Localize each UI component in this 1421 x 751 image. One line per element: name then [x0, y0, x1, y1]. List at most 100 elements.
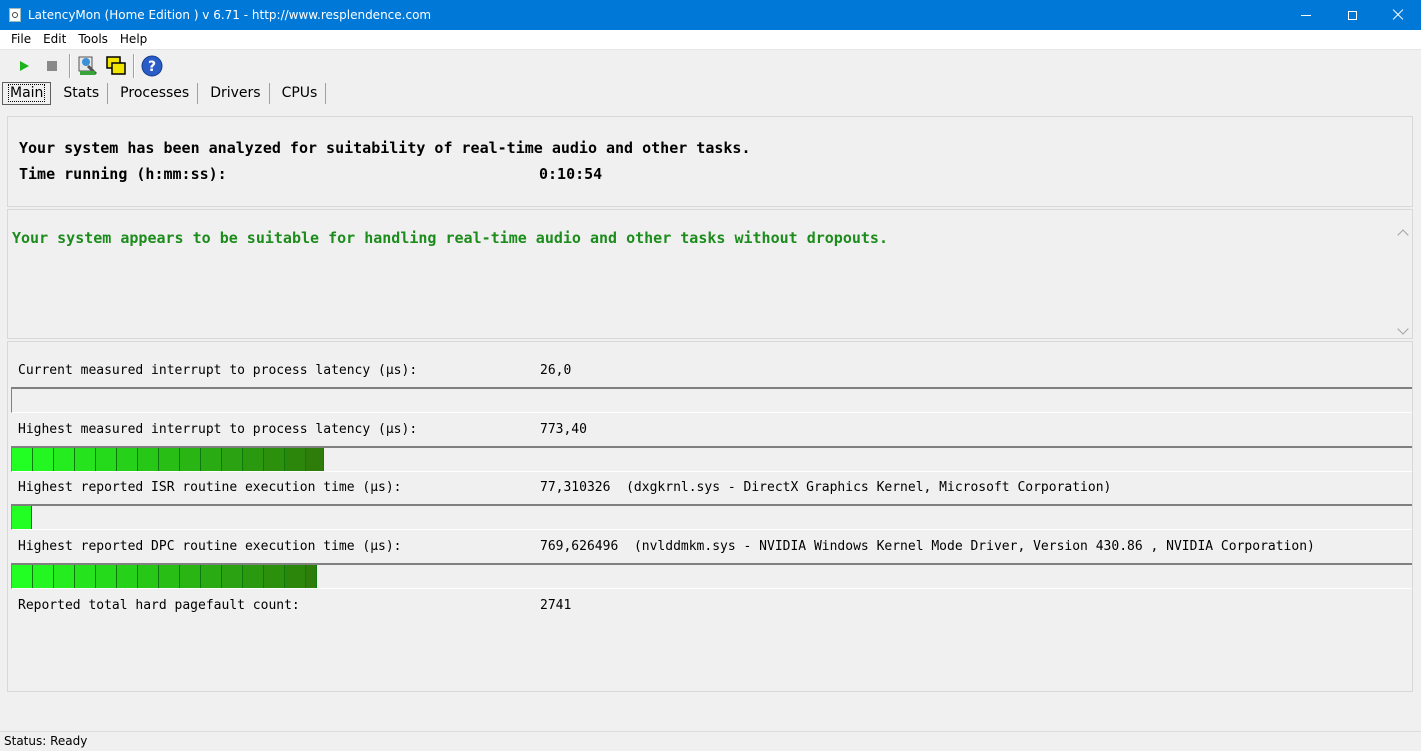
bar-segment [180, 448, 201, 471]
maximize-icon [1347, 10, 1357, 20]
report-button[interactable] [74, 52, 102, 80]
windows-icon [106, 56, 126, 75]
status-text: Status: Ready [4, 734, 88, 748]
stop-button[interactable] [38, 52, 66, 80]
dpc-time-value: 769,626496 (nvlddmkm.sys - NVIDIA Window… [540, 539, 1315, 554]
scroll-up-icon[interactable] [1397, 229, 1409, 241]
play-icon [20, 61, 29, 71]
bar-segment [138, 448, 159, 471]
highest-latency-value: 773,40 [540, 422, 587, 437]
current-latency-number: 26,0 [540, 363, 572, 378]
bar-segment [12, 565, 33, 588]
dpc-time-bar-fill [12, 565, 317, 588]
window-controls [1283, 0, 1421, 30]
menu-tools[interactable]: Tools [73, 30, 113, 49]
tab-main[interactable]: Main [2, 82, 52, 105]
bar-segment [33, 448, 54, 471]
dpc-driver-detail: (nvlddmkm.sys - NVIDIA Windows Kernel Mo… [633, 539, 1315, 554]
bar-segment [243, 448, 264, 471]
bar-segment [96, 448, 117, 471]
bar-segment [201, 448, 222, 471]
dpc-time-label: Highest reported DPC routine execution t… [18, 539, 402, 554]
bar-segment [222, 448, 243, 471]
dpc-time-bar [11, 563, 1412, 589]
toolbar: ? [0, 51, 1421, 81]
bar-segment [75, 448, 96, 471]
tab-stats[interactable]: Stats [55, 83, 109, 104]
toolbar-separator [69, 54, 71, 78]
bar-segment [33, 565, 54, 588]
minimize-button[interactable] [1283, 0, 1329, 30]
bar-segment [96, 565, 117, 588]
verdict-text: Your system appears to be suitable for h… [12, 229, 888, 247]
pagefault-value: 2741 [540, 598, 572, 613]
bar-segment [285, 448, 306, 471]
menu-edit[interactable]: Edit [38, 30, 71, 49]
bar-segment [243, 565, 264, 588]
status-bar: Status: Ready [0, 731, 1421, 751]
bar-segment [222, 565, 243, 588]
time-running-value: 0:10:54 [539, 165, 603, 183]
isr-time-number: 77,310326 [540, 480, 611, 495]
bar-segment [264, 565, 285, 588]
highest-latency-number: 773,40 [540, 422, 587, 437]
bar-segment [159, 448, 180, 471]
menu-bar: File Edit Tools Help [0, 30, 1421, 50]
bar-segment [54, 448, 75, 471]
bar-segment [12, 448, 33, 471]
isr-time-bar [11, 504, 1412, 530]
report-icon [78, 56, 98, 76]
title-bar: LatencyMon (Home Edition ) v 6.71 - http… [0, 0, 1421, 30]
maximize-button[interactable] [1329, 0, 1375, 30]
close-icon [1392, 9, 1404, 21]
highest-latency-bar [11, 446, 1412, 472]
isr-time-bar-fill [12, 506, 32, 529]
metrics-panel: Current measured interrupt to process la… [7, 341, 1413, 692]
current-latency-bar [11, 387, 1412, 413]
highest-latency-bar-fill [12, 448, 324, 471]
bar-segment [75, 565, 96, 588]
svg-text:?: ? [148, 59, 156, 75]
isr-time-value: 77,310326 (dxgkrnl.sys - DirectX Graphic… [540, 480, 1111, 495]
start-button[interactable] [10, 52, 38, 80]
bar-segment [54, 565, 75, 588]
pagefault-label: Reported total hard pagefault count: [18, 598, 300, 613]
isr-driver-detail: (dxgkrnl.sys - DirectX Graphics Kernel, … [626, 480, 1112, 495]
bar-segment [159, 565, 180, 588]
menu-help[interactable]: Help [115, 30, 152, 49]
bar-segment [117, 448, 138, 471]
bar-segment [117, 565, 138, 588]
close-button[interactable] [1375, 0, 1421, 30]
help-icon: ? [141, 55, 163, 77]
help-button[interactable]: ? [138, 52, 166, 80]
windows-button[interactable] [102, 52, 130, 80]
tab-main-label: Main [8, 84, 46, 102]
bar-segment [306, 448, 324, 471]
stop-icon [47, 61, 57, 71]
summary-panel: Your system has been analyzed for suitab… [7, 116, 1413, 207]
bar-segment [12, 506, 32, 529]
window-title: LatencyMon (Home Edition ) v 6.71 - http… [28, 8, 432, 22]
current-latency-label: Current measured interrupt to process la… [18, 363, 418, 378]
tab-drivers[interactable]: Drivers [202, 83, 270, 104]
bar-segment [285, 565, 306, 588]
highest-latency-label: Highest measured interrupt to process la… [18, 422, 418, 437]
app-icon [9, 8, 21, 22]
tab-cpus[interactable]: CPUs [274, 83, 327, 104]
bar-segment [138, 565, 159, 588]
tab-bar: Main Stats Processes Drivers CPUs [0, 81, 1421, 106]
verdict-panel: Your system appears to be suitable for h… [7, 209, 1413, 339]
scroll-down-icon[interactable] [1397, 323, 1409, 335]
toolbar-separator [133, 54, 135, 78]
menu-file[interactable]: File [6, 30, 36, 49]
minimize-icon [1301, 14, 1311, 16]
verdict-scrollbar[interactable] [1395, 226, 1412, 338]
bar-segment [180, 565, 201, 588]
dpc-time-number: 769,626496 [540, 539, 619, 554]
time-running-label: Time running (h:mm:ss): [19, 165, 227, 183]
bar-segment [264, 448, 285, 471]
tab-processes[interactable]: Processes [112, 83, 199, 104]
current-latency-value: 26,0 [540, 363, 571, 378]
analysis-summary-text: Your system has been analyzed for suitab… [19, 139, 751, 157]
bar-segment [306, 565, 317, 588]
